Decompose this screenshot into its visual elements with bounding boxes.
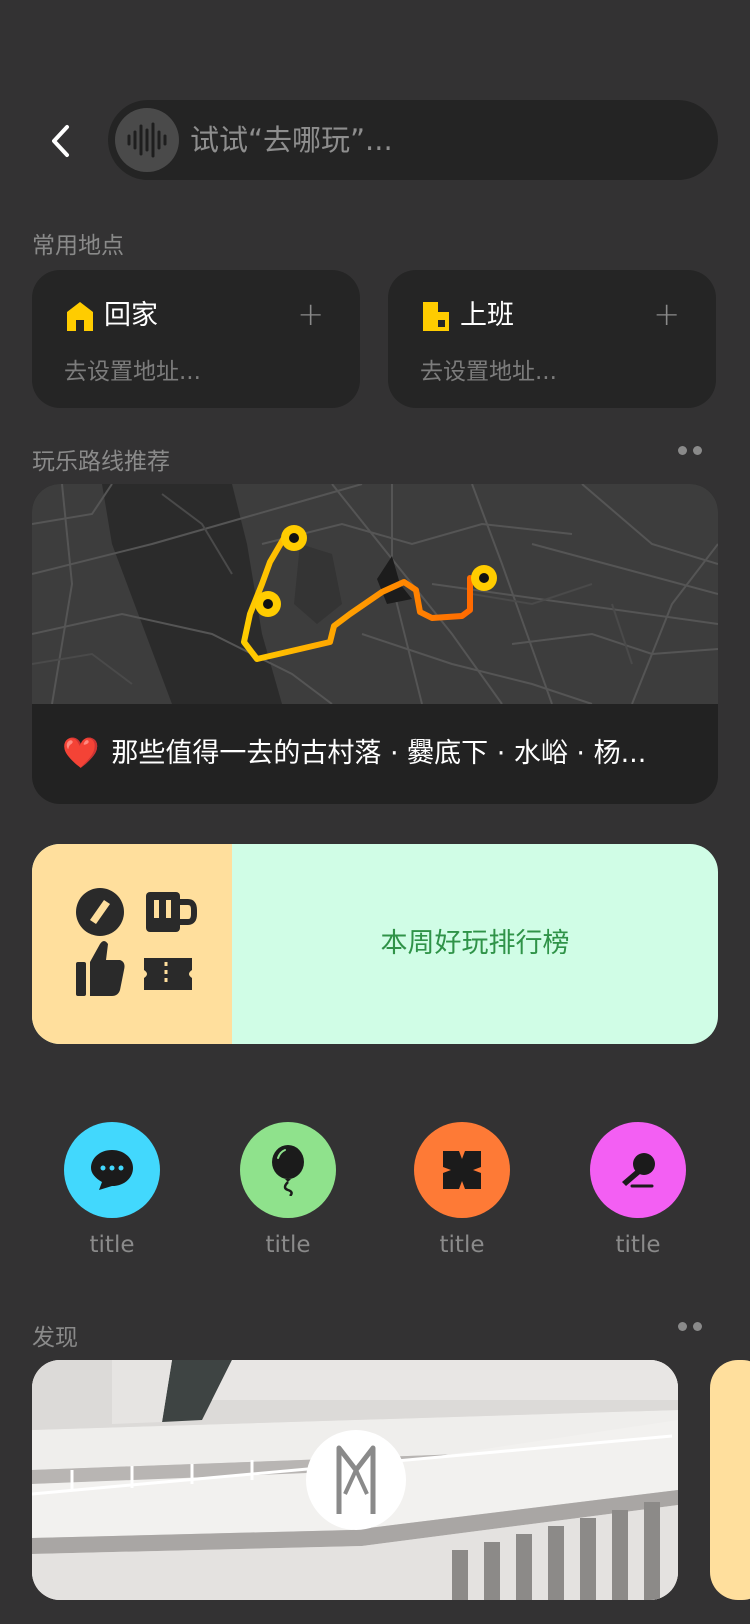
office-icon xyxy=(423,302,449,331)
compass-icon xyxy=(76,888,124,936)
voice-button[interactable] xyxy=(115,108,179,172)
place-subtitle-home: 去设置地址... xyxy=(64,359,201,385)
back-button[interactable] xyxy=(40,116,80,166)
kite-icon xyxy=(443,1151,481,1189)
more-dots-icon[interactable] xyxy=(678,1322,702,1331)
ranking-icons xyxy=(32,844,232,1044)
quick-item-circle xyxy=(240,1122,336,1218)
search-bar[interactable]: 试试“去哪玩”... xyxy=(108,100,718,180)
route-caption: ❤️ 那些值得一去的古村落 · 爨底下 · 水峪 · 杨... xyxy=(62,704,646,804)
chevron-left-icon xyxy=(52,125,69,157)
section-title-route: 玩乐路线推荐 xyxy=(32,449,170,475)
mug-icon xyxy=(146,892,197,932)
discover-card[interactable] xyxy=(32,1360,678,1600)
microphone-icon xyxy=(622,1153,655,1188)
home-icon xyxy=(67,302,93,331)
place-card-home[interactable]: 回家 + 去设置地址... xyxy=(32,270,360,408)
place-subtitle-work: 去设置地址... xyxy=(420,359,557,385)
section-title-discover: 发现 xyxy=(32,1325,78,1351)
route-card[interactable]: ❤️ 那些值得一去的古村落 · 爨底下 · 水峪 · 杨... xyxy=(32,484,718,804)
quick-item-label: title xyxy=(265,1232,311,1258)
add-icon[interactable]: + xyxy=(653,296,680,332)
ranking-banner[interactable]: 本周好玩排行榜 xyxy=(32,844,718,1044)
add-icon[interactable]: + xyxy=(297,296,324,332)
discover-card-next[interactable] xyxy=(710,1360,750,1600)
quick-item-balloon[interactable]: title xyxy=(238,1122,338,1258)
quick-item-microphone[interactable]: title xyxy=(588,1122,688,1258)
place-card-work[interactable]: 上班 + 去设置地址... xyxy=(388,270,716,408)
ranking-label: 本周好玩排行榜 xyxy=(380,928,570,959)
quick-item-circle xyxy=(414,1122,510,1218)
balloon-icon xyxy=(272,1145,304,1196)
quick-item-circle xyxy=(590,1122,686,1218)
waveform-icon xyxy=(127,122,167,158)
section-title-frequent-places: 常用地点 xyxy=(32,233,124,259)
quick-item-label: title xyxy=(89,1232,135,1258)
quick-item-kite[interactable]: title xyxy=(412,1122,512,1258)
ticket-icon xyxy=(144,958,192,990)
quick-item-chat[interactable]: title xyxy=(62,1122,162,1258)
place-name-home: 回家 xyxy=(104,300,158,331)
search-placeholder: 试试“去哪玩”... xyxy=(190,123,393,157)
route-caption-text: 那些值得一去的古村落 · 爨底下 · 水峪 · 杨... xyxy=(111,738,647,769)
quick-item-label: title xyxy=(439,1232,485,1258)
quick-item-circle xyxy=(64,1122,160,1218)
brand-logo-icon xyxy=(306,1430,406,1530)
thumbs-up-icon xyxy=(76,941,125,996)
place-name-work: 上班 xyxy=(460,300,514,331)
quick-item-label: title xyxy=(615,1232,661,1258)
more-dots-icon[interactable] xyxy=(678,446,702,455)
heart-icon: ❤️ xyxy=(62,736,100,771)
route-map xyxy=(32,484,718,704)
chat-bubble-icon xyxy=(91,1150,133,1190)
